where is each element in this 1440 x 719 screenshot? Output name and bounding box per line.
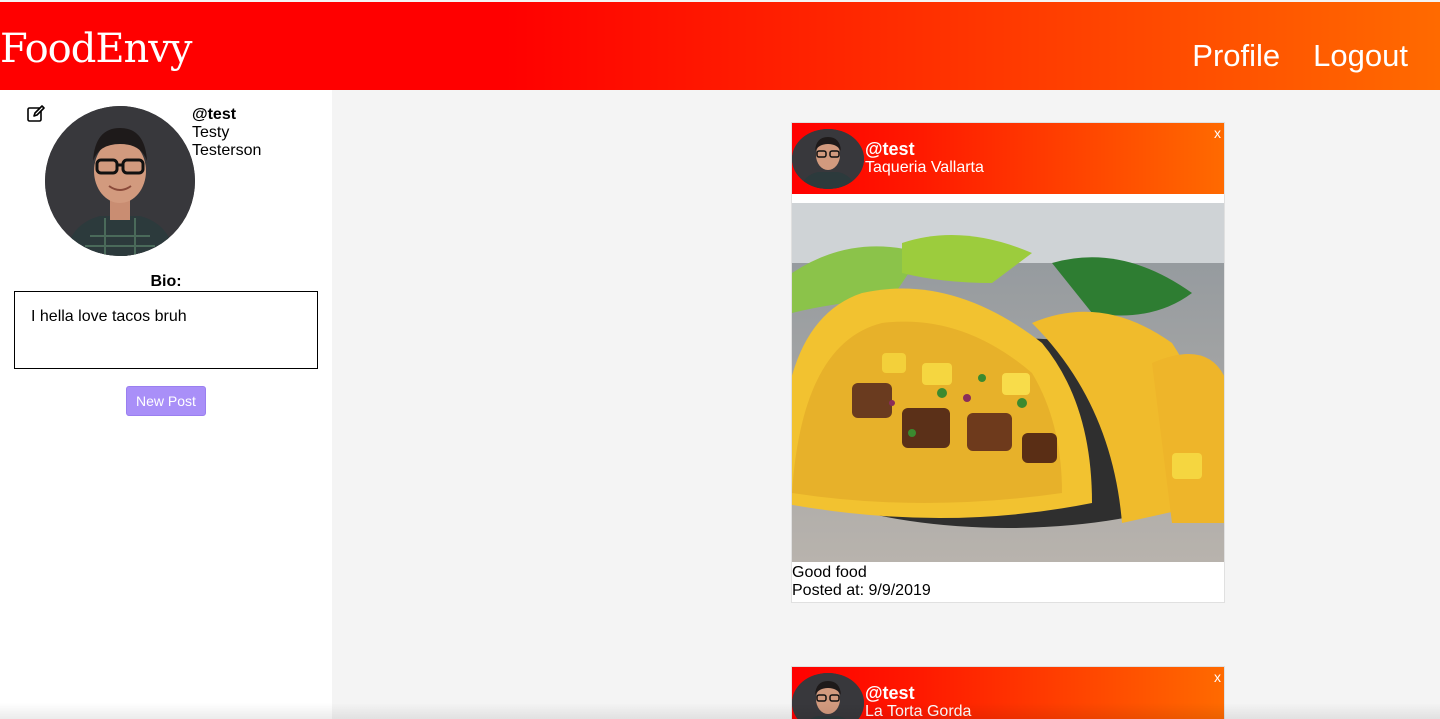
user-info: @test Testy Testerson xyxy=(192,106,261,160)
top-navbar: FoodEnvy Profile Logout xyxy=(0,2,1440,90)
post-header: @test La Torta Gorda x xyxy=(792,667,1224,719)
post-meta: @test Taqueria Vallarta xyxy=(865,139,984,177)
post-caption: Good food xyxy=(792,564,867,581)
post-date: Posted at: 9/9/2019 xyxy=(792,582,931,599)
profile-handle: @test xyxy=(192,106,237,123)
app-logo[interactable]: FoodEnvy xyxy=(0,26,192,72)
profile-first-name: Testy xyxy=(192,124,230,141)
post-card: @test La Torta Gorda x xyxy=(791,666,1225,719)
profile-last-name: Testerson xyxy=(192,142,262,159)
bio-text: I hella love tacos bruh xyxy=(14,291,318,369)
nav-links: Profile Logout xyxy=(1192,38,1408,74)
post-card: @test Taqueria Vallarta x Good food Post… xyxy=(791,122,1225,603)
post-place: La Torta Gorda xyxy=(865,703,972,719)
edit-icon[interactable] xyxy=(26,104,46,124)
bio-label: Bio: xyxy=(150,273,182,290)
delete-post-button[interactable]: x xyxy=(1214,669,1221,685)
profile-sidebar: @test Testy Testerson Bio: I hella love … xyxy=(0,90,332,719)
post-handle[interactable]: @test xyxy=(865,139,984,159)
nav-logout-link[interactable]: Logout xyxy=(1313,38,1408,74)
profile-avatar xyxy=(45,106,195,256)
post-handle[interactable]: @test xyxy=(865,683,971,703)
post-place: Taqueria Vallarta xyxy=(865,159,984,176)
delete-post-button[interactable]: x xyxy=(1214,125,1221,141)
new-post-button[interactable]: New Post xyxy=(126,386,206,416)
post-header: @test Taqueria Vallarta x xyxy=(792,123,1224,194)
post-meta: @test La Torta Gorda xyxy=(865,683,971,719)
nav-profile-link[interactable]: Profile xyxy=(1192,38,1280,74)
post-avatar xyxy=(792,673,864,719)
post-image xyxy=(792,203,1224,562)
post-avatar xyxy=(792,129,864,189)
